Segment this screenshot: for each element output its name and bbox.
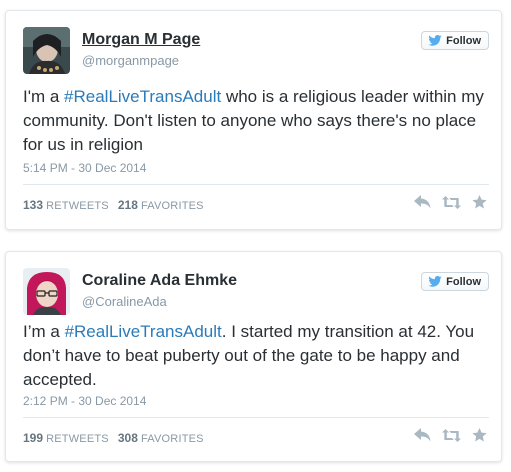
- retweet-icon[interactable]: [442, 195, 461, 214]
- tweet-stats: 133 RETWEETS 218 FAVORITES: [23, 198, 210, 212]
- reply-icon[interactable]: [414, 195, 431, 214]
- tweet-text-part: I’m a: [23, 322, 65, 341]
- follow-label: Follow: [446, 275, 481, 288]
- favorite-count-label: FAVORITES: [140, 200, 204, 212]
- hashtag-link[interactable]: #RealLiveTransAdult: [64, 87, 221, 106]
- tweet-card: Morgan M Page @morganmpage Follow I'm a …: [5, 10, 502, 230]
- follow-button[interactable]: Follow: [421, 31, 489, 50]
- author-name[interactable]: Coraline Ada Ehmke: [82, 272, 237, 290]
- tweet-text-part: I'm a: [23, 87, 65, 106]
- divider: [23, 417, 489, 418]
- avatar[interactable]: [23, 268, 70, 315]
- tweet-text: I’m a #RealLiveTransAdult. I started my …: [23, 320, 493, 392]
- retweet-count[interactable]: 199: [23, 431, 43, 445]
- favorite-count-label: FAVORITES: [140, 433, 204, 445]
- favorite-count[interactable]: 218: [118, 198, 138, 212]
- tweet-text: I'm a #RealLiveTransAdult who is a relig…: [23, 85, 493, 157]
- tweet-timestamp[interactable]: 2:12 PM - 30 Dec 2014: [23, 394, 146, 408]
- favorite-star-icon[interactable]: [472, 195, 487, 214]
- author-name[interactable]: Morgan M Page: [82, 31, 200, 49]
- avatar[interactable]: [23, 27, 70, 74]
- tweet-actions: [414, 428, 487, 447]
- author-handle[interactable]: @morganmpage: [82, 53, 179, 68]
- reply-icon[interactable]: [414, 428, 431, 447]
- hashtag-link[interactable]: #RealLiveTransAdult: [65, 322, 222, 341]
- favorite-star-icon[interactable]: [472, 428, 487, 447]
- divider: [23, 184, 489, 185]
- author-handle[interactable]: @CoralineAda: [82, 294, 167, 309]
- follow-label: Follow: [446, 34, 481, 47]
- tweet-stats: 199 RETWEETS 308 FAVORITES: [23, 431, 210, 445]
- follow-button[interactable]: Follow: [421, 272, 489, 291]
- twitter-bird-icon: [428, 276, 442, 287]
- tweet-timestamp[interactable]: 5:14 PM - 30 Dec 2014: [23, 161, 146, 175]
- retweet-count[interactable]: 133: [23, 198, 43, 212]
- retweet-count-label: RETWEETS: [46, 200, 109, 212]
- tweet-card: Coraline Ada Ehmke @CoralineAda Follow I…: [5, 251, 502, 462]
- favorite-count[interactable]: 308: [118, 431, 138, 445]
- retweet-count-label: RETWEETS: [46, 433, 109, 445]
- retweet-icon[interactable]: [442, 428, 461, 447]
- twitter-bird-icon: [428, 35, 442, 46]
- tweet-actions: [414, 195, 487, 214]
